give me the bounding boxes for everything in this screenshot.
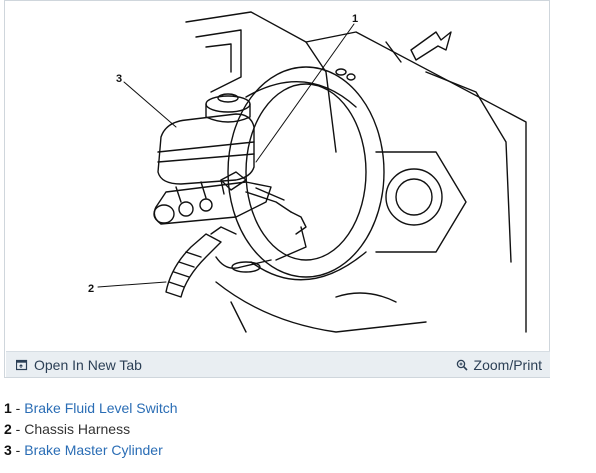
- legend-item: 1 - Brake Fluid Level Switch: [4, 398, 178, 419]
- legend-number: 3: [4, 442, 12, 458]
- legend-item: 3 - Brake Master Cylinder: [4, 440, 178, 461]
- callout-1: 1: [352, 13, 358, 25]
- zoom-print-label: Zoom/Print: [473, 357, 542, 373]
- legend-number: 1: [4, 400, 12, 416]
- component-legend: 1 - Brake Fluid Level Switch 2 - Chassis…: [4, 398, 178, 461]
- legend-separator: -: [11, 421, 25, 437]
- legend-link-brake-fluid-level-switch[interactable]: Brake Fluid Level Switch: [24, 400, 177, 416]
- legend-item: 2 - Chassis Harness: [4, 419, 178, 440]
- callout-2: 2: [88, 283, 94, 295]
- figure-frame: 1 3 2 Open In New Tab Zoom/Print: [4, 0, 550, 378]
- legend-link-brake-master-cylinder[interactable]: Brake Master Cylinder: [24, 442, 163, 458]
- open-in-new-tab-icon: [16, 359, 28, 371]
- legend-separator: -: [11, 400, 25, 416]
- callout-3: 3: [116, 73, 122, 85]
- open-in-new-tab-link[interactable]: Open In New Tab: [16, 357, 142, 373]
- open-in-new-tab-label: Open In New Tab: [34, 357, 142, 373]
- legend-label-chassis-harness: Chassis Harness: [24, 421, 131, 437]
- figure-toolbar: Open In New Tab Zoom/Print: [6, 351, 550, 377]
- zoom-print-link[interactable]: Zoom/Print: [456, 357, 542, 373]
- legend-separator: -: [11, 442, 25, 458]
- brake-master-cylinder-diagram: 1 3 2: [88, 11, 527, 333]
- legend-number: 2: [4, 421, 12, 437]
- zoom-icon: [456, 359, 468, 371]
